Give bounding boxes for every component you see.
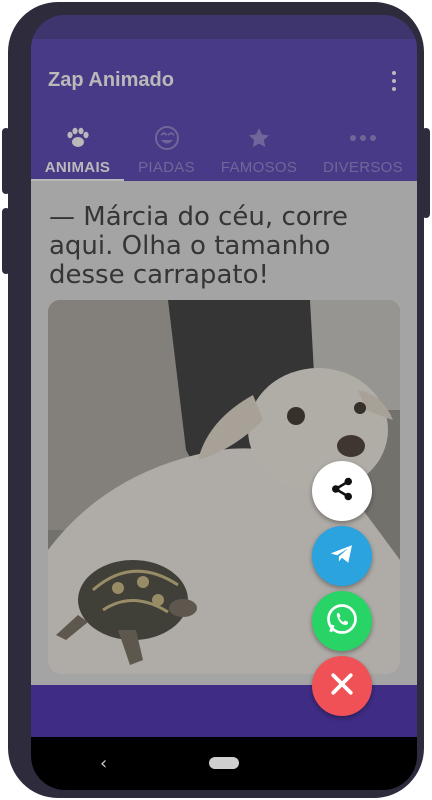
share-button[interactable] [312,461,372,521]
back-icon[interactable]: ‹ [100,753,107,774]
side-button [2,128,10,194]
home-pill-icon[interactable] [209,757,239,769]
side-button [2,208,10,274]
share-icon [327,474,357,508]
whatsapp-icon [324,601,360,641]
close-button[interactable] [312,656,372,716]
telegram-icon [327,539,357,573]
close-icon [327,669,357,703]
telegram-share-button[interactable] [312,526,372,586]
whatsapp-share-button[interactable] [312,591,372,651]
side-button [422,128,430,218]
system-nav-bar: ‹ [31,737,417,790]
scrim-overlay[interactable] [31,15,417,685]
